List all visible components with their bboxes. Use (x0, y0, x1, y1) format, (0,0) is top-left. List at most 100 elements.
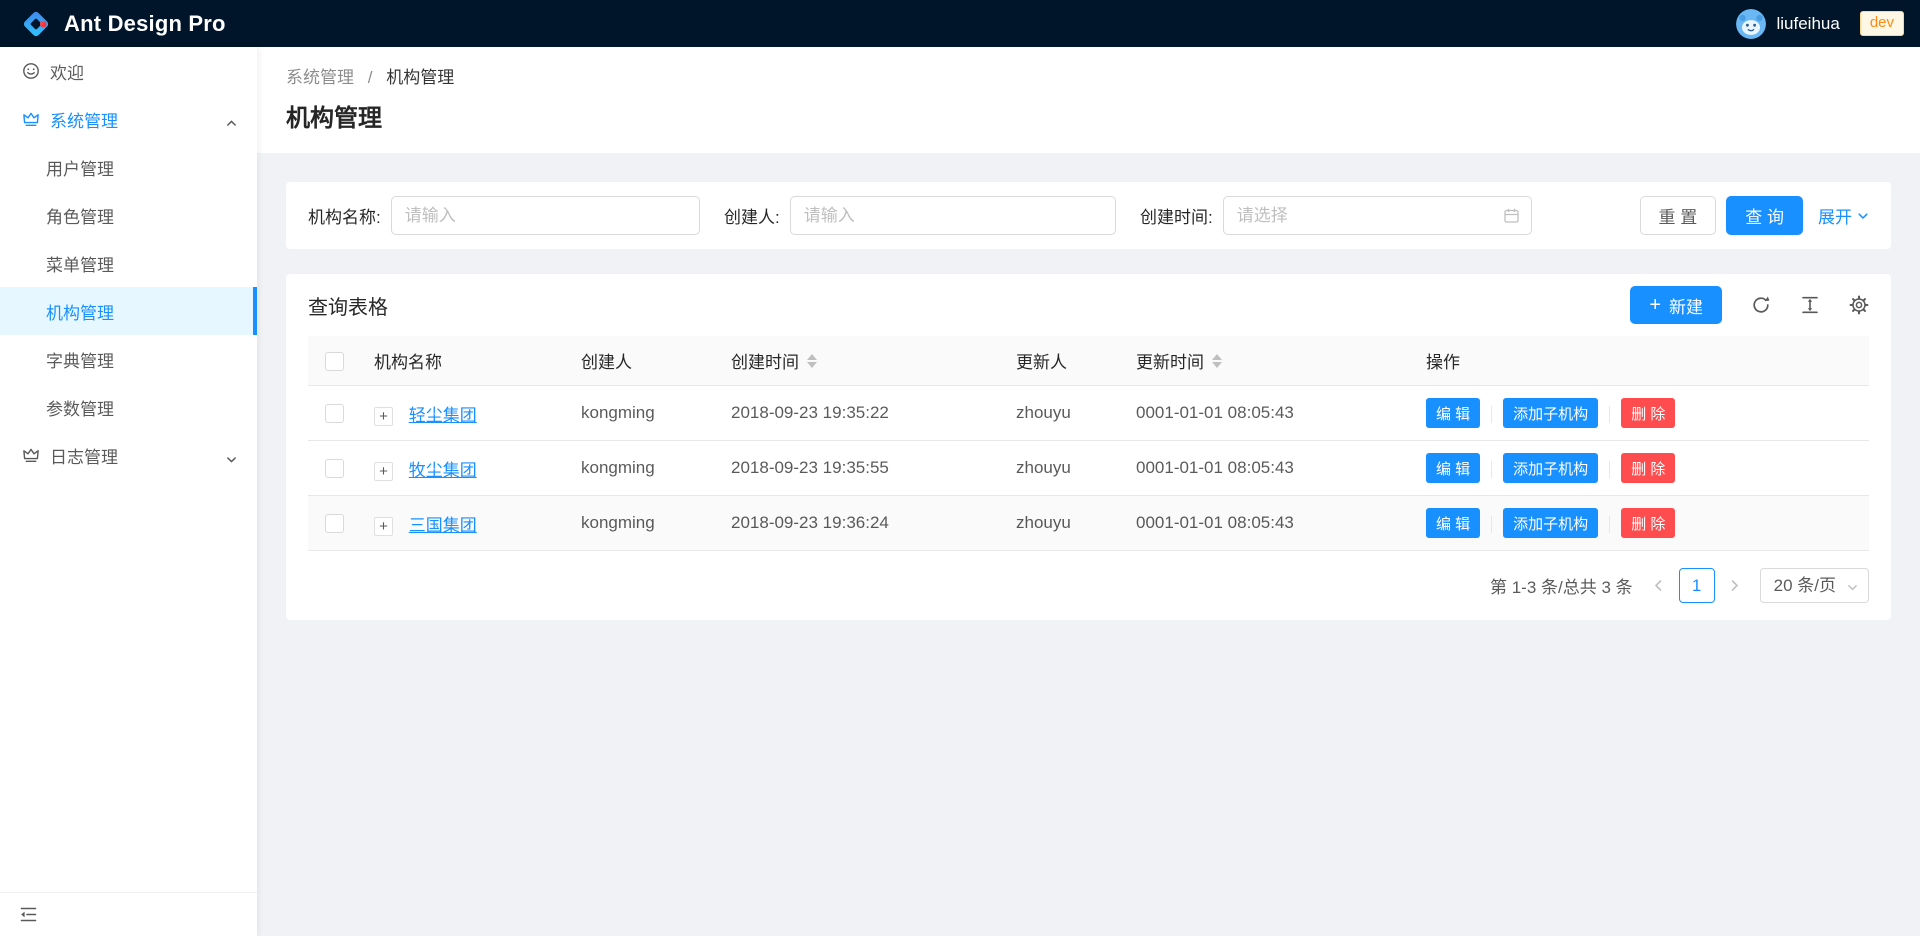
chevron-down-icon (1847, 582, 1858, 593)
column-header-actions: 操作 (1409, 336, 1869, 386)
sidebar-item-param-mgmt[interactable]: 参数管理 (0, 383, 257, 431)
page-size-value: 20 条/页 (1774, 576, 1836, 595)
data-table: 机构名称 创建人 创建时间 (308, 336, 1869, 551)
divider (1609, 406, 1610, 423)
org-name-input[interactable] (391, 196, 700, 235)
edit-button[interactable]: 编 辑 (1426, 508, 1480, 538)
create-time-datepicker[interactable] (1223, 196, 1532, 235)
cell-creator: kongming (564, 496, 714, 551)
sort-icon (1212, 354, 1222, 368)
sidebar-item-dict-mgmt[interactable]: 字典管理 (0, 335, 257, 383)
column-label: 更新时间 (1136, 348, 1204, 373)
page-size-select[interactable]: 20 条/页 (1760, 568, 1869, 603)
column-header-updater: 更新人 (999, 336, 1119, 386)
cell-create-time: 2018-09-23 19:35:55 (714, 441, 999, 496)
query-table-card: 查询表格 + 新建 (286, 274, 1891, 620)
breadcrumb-parent[interactable]: 系统管理 (286, 68, 354, 87)
chevron-down-icon (1857, 210, 1869, 222)
crown-icon (22, 446, 40, 464)
pagination-prev[interactable] (1648, 579, 1670, 592)
divider (1491, 516, 1492, 533)
expand-label: 展开 (1818, 203, 1852, 228)
search-filter-card: 机构名称: 创建人: 创建时间: (286, 182, 1891, 249)
app-title: Ant Design Pro (64, 11, 226, 37)
creator-input[interactable] (790, 196, 1116, 235)
expand-filters-link[interactable]: 展开 (1818, 203, 1869, 228)
menu-fold-icon (19, 905, 38, 924)
row-checkbox[interactable] (325, 404, 344, 423)
field-label: 创建人: (724, 203, 780, 228)
column-label: 创建时间 (731, 348, 799, 373)
logo-link[interactable]: Ant Design Pro (21, 9, 226, 39)
pagination-page-1[interactable]: 1 (1679, 568, 1715, 603)
cell-creator: kongming (564, 386, 714, 441)
content-area: 机构名称: 创建人: 创建时间: (257, 153, 1920, 936)
pagination: 第 1-3 条/总共 3 条 1 (308, 568, 1869, 603)
add-child-org-button[interactable]: 添加子机构 (1503, 508, 1598, 538)
row-checkbox[interactable] (325, 459, 344, 478)
sidebar-item-menu-mgmt[interactable]: 菜单管理 (0, 239, 257, 287)
pagination-total: 第 1-3 条/总共 3 条 (1490, 573, 1633, 598)
delete-button[interactable]: 删 除 (1621, 398, 1675, 428)
delete-button[interactable]: 删 除 (1621, 508, 1675, 538)
sidebar-menu: 欢迎 系统管理 (0, 47, 257, 892)
sidebar-item-user-mgmt[interactable]: 用户管理 (0, 143, 257, 191)
row-checkbox[interactable] (325, 514, 344, 533)
column-header-creator: 创建人 (564, 336, 714, 386)
expand-row-icon[interactable]: + (374, 407, 393, 426)
table-header-row: 机构名称 创建人 创建时间 (308, 336, 1869, 386)
ant-design-logo-icon (21, 9, 51, 39)
plus-icon: + (1649, 295, 1661, 315)
sidebar-group-system[interactable]: 系统管理 (0, 95, 257, 143)
avatar (1736, 9, 1766, 39)
column-header-update-time[interactable]: 更新时间 (1119, 336, 1409, 386)
org-name-link[interactable]: 轻尘集团 (409, 406, 477, 425)
edit-button[interactable]: 编 辑 (1426, 453, 1480, 483)
column-height-icon[interactable] (1800, 295, 1820, 315)
edit-button[interactable]: 编 辑 (1426, 398, 1480, 428)
org-name-link[interactable]: 牧尘集团 (409, 461, 477, 480)
crown-icon (22, 110, 40, 128)
sidebar: 欢迎 系统管理 (0, 47, 257, 936)
cell-update-time: 0001-01-01 08:05:43 (1119, 441, 1409, 496)
table-row: + 三国集团 kongming 2018-09-23 19:36:24 zhou… (308, 496, 1869, 551)
cell-updater: zhouyu (999, 496, 1119, 551)
divider (1609, 516, 1610, 533)
table-toolbar: 查询表格 + 新建 (286, 274, 1891, 336)
divider (1491, 461, 1492, 478)
new-button[interactable]: + 新建 (1630, 286, 1722, 324)
divider (1491, 406, 1492, 423)
filter-field-creator: 创建人: (724, 196, 1116, 235)
reset-button[interactable]: 重 置 (1640, 196, 1717, 235)
search-button[interactable]: 查 询 (1726, 196, 1803, 235)
add-child-org-button[interactable]: 添加子机构 (1503, 453, 1598, 483)
filter-field-create-time: 创建时间: (1140, 196, 1532, 235)
settings-gear-icon[interactable] (1849, 295, 1869, 315)
expand-row-icon[interactable]: + (374, 462, 393, 481)
sidebar-item-label: 字典管理 (46, 347, 114, 372)
smile-icon (22, 62, 40, 80)
delete-button[interactable]: 删 除 (1621, 453, 1675, 483)
table-title: 查询表格 (308, 291, 388, 320)
sidebar-group-log[interactable]: 日志管理 (0, 431, 257, 479)
cell-update-time: 0001-01-01 08:05:43 (1119, 386, 1409, 441)
expand-row-icon[interactable]: + (374, 517, 393, 536)
cell-updater: zhouyu (999, 386, 1119, 441)
sidebar-item-label: 菜单管理 (46, 251, 114, 276)
page-header: 系统管理 / 机构管理 机构管理 (257, 47, 1920, 153)
column-header-create-time[interactable]: 创建时间 (714, 336, 999, 386)
refresh-icon[interactable] (1751, 295, 1771, 315)
env-tag: dev (1860, 11, 1904, 36)
org-name-link[interactable]: 三国集团 (409, 516, 477, 535)
sidebar-collapse-trigger[interactable] (0, 892, 257, 936)
user-menu[interactable]: liufeihua (1726, 9, 1849, 39)
pagination-next[interactable] (1724, 579, 1746, 592)
sidebar-item-role-mgmt[interactable]: 角色管理 (0, 191, 257, 239)
sidebar-item-welcome[interactable]: 欢迎 (0, 47, 257, 95)
select-all-checkbox[interactable] (325, 352, 344, 371)
sidebar-group-label: 日志管理 (50, 443, 118, 468)
sidebar-item-org-mgmt[interactable]: 机构管理 (0, 287, 257, 335)
sidebar-submenu-system: 用户管理 角色管理 菜单管理 机构管理 字典管理 参数管理 (0, 143, 257, 431)
chevron-down-icon (226, 450, 237, 470)
add-child-org-button[interactable]: 添加子机构 (1503, 398, 1598, 428)
